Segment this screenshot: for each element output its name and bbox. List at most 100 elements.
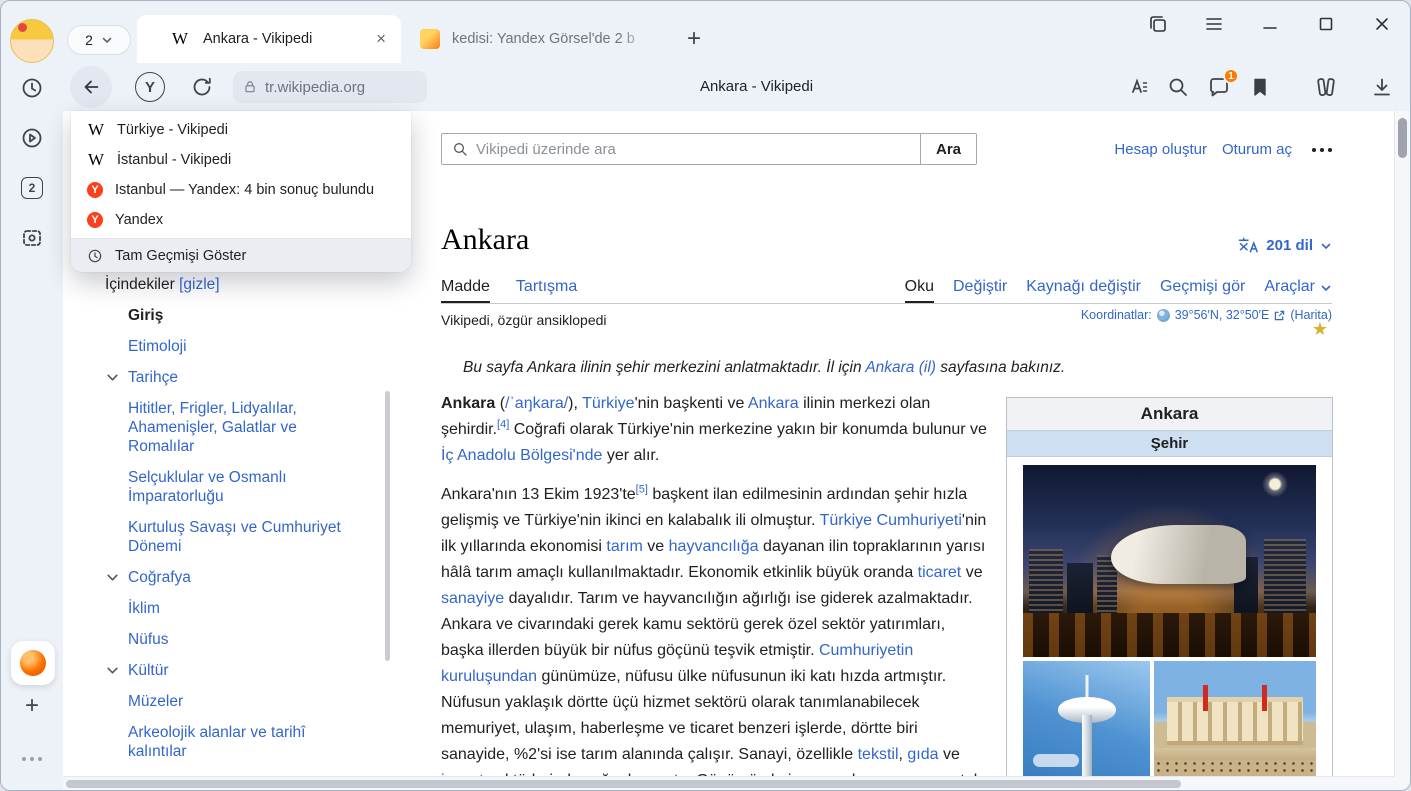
downloads-icon[interactable] (1370, 75, 1394, 99)
toc-item-label: Tarihçe (128, 369, 178, 386)
user-links: Hesap oluştur Oturum aç (1114, 141, 1332, 158)
more-options-icon[interactable] (1312, 148, 1332, 152)
yandex-search-button[interactable]: Y (135, 72, 165, 102)
collections-icon[interactable] (1314, 75, 1338, 99)
wiki-search-input[interactable] (476, 141, 920, 158)
rail-more-icon[interactable] (20, 757, 44, 761)
screenshot-icon[interactable] (20, 226, 44, 250)
close-icon[interactable] (1370, 12, 1394, 36)
toc-item-kultur[interactable]: Kültür (128, 661, 356, 680)
menu-icon[interactable] (1202, 12, 1226, 36)
tools-label: Araçlar (1264, 278, 1315, 296)
horizontal-scrollbar[interactable] (63, 776, 1396, 790)
infobox-image-cityscape[interactable] (1023, 465, 1316, 657)
text-link[interactable]: tekstil (858, 746, 899, 763)
vertical-scrollbar[interactable] (1394, 111, 1410, 776)
tab-yandex-images[interactable]: kedisi: Yandex Görsel'de 2 b (406, 15, 664, 63)
toc-item-kurtulus[interactable]: Kurtuluş Savaşı ve Cumhuriyet Dönemi (128, 518, 356, 556)
lock-icon (243, 80, 257, 94)
text-link[interactable]: hayvancılığa (669, 538, 759, 555)
text-link[interactable]: Türkiye (582, 395, 634, 412)
login-link[interactable]: Oturum aç (1222, 141, 1292, 158)
tab-oku[interactable]: Oku (905, 278, 934, 303)
history-item-istanbul-wiki[interactable]: W İstanbul - Vikipedi (71, 145, 411, 175)
history-icon[interactable] (20, 76, 44, 100)
anitkabir-building (1167, 697, 1303, 745)
text-link[interactable]: Türkiye Cumhuriyeti (820, 512, 962, 529)
wiki-search-button[interactable]: Ara (920, 134, 976, 164)
chevron-down-icon[interactable] (106, 371, 119, 384)
tab-madde[interactable]: Madde (441, 278, 490, 303)
tab-counter-button[interactable]: 2 (67, 25, 131, 55)
toc-item-tarihce[interactable]: Tarihçe (128, 368, 356, 387)
chevron-down-icon[interactable] (106, 664, 119, 677)
text-link[interactable]: tarım (606, 538, 642, 555)
text-link[interactable]: sanayiye (441, 590, 504, 607)
chat-button[interactable]: 1 (1207, 75, 1231, 99)
back-button[interactable] (70, 66, 112, 108)
text-span: Ankara'nın 13 Ekim 1923'te (441, 486, 636, 503)
text-link[interactable]: Ankara (il) (865, 359, 936, 376)
toc-item-hititler[interactable]: Hititler, Frigler, Lidyalılar, Ahamenişl… (128, 399, 356, 456)
tab-gecmisi-gor[interactable]: Geçmişi gör (1160, 278, 1245, 303)
history-item-yandex[interactable]: Y Yandex (71, 205, 411, 235)
coordinates-value[interactable]: 39°56′N, 32°50′E (1175, 308, 1270, 322)
tab-tartisma[interactable]: Tartışma (516, 278, 577, 303)
toc-item-iklim[interactable]: İklim (128, 599, 356, 618)
featured-article-star-icon[interactable]: ★ (1312, 320, 1328, 338)
reference-link[interactable]: [5] (636, 484, 648, 496)
toc-scrollbar-thumb[interactable] (385, 391, 390, 661)
toc-item-nufus[interactable]: Nüfus (128, 630, 356, 649)
vertical-scrollbar-thumb[interactable] (1398, 118, 1407, 158)
language-button[interactable]: 201 dil (1238, 237, 1332, 254)
tools-menu-button[interactable]: Araçlar (1264, 278, 1332, 303)
horizontal-scrollbar-thumb[interactable] (66, 780, 1181, 788)
tab-degistir[interactable]: Değiştir (953, 278, 1007, 303)
rail-add-button[interactable]: + (20, 695, 44, 719)
coordinates-label[interactable]: Koordinatlar: (1081, 308, 1152, 322)
toc-item-cografya[interactable]: Coğrafya (128, 568, 356, 587)
history-item-turkiye[interactable]: W Türkiye - Vikipedi (71, 115, 411, 145)
address-bar[interactable]: tr.wikipedia.org (233, 71, 427, 103)
create-account-link[interactable]: Hesap oluştur (1114, 141, 1207, 158)
text-link[interactable]: gıda (907, 746, 938, 763)
chevron-down-icon[interactable] (106, 571, 119, 584)
infobox-image-atakule-tower[interactable] (1023, 661, 1150, 778)
yandex-browser-logo[interactable] (11, 641, 55, 685)
reload-icon[interactable] (190, 75, 214, 99)
bookmark-icon[interactable] (1248, 75, 1272, 99)
toc-item-arkeolojik[interactable]: Arkeolojik alanlar ve tarihî kalıntılar (128, 723, 356, 761)
find-on-page-icon[interactable] (1166, 75, 1190, 99)
infobox-image-anitkabir[interactable] (1154, 661, 1316, 778)
tab-count-button[interactable]: 2 (21, 177, 43, 199)
new-tab-button[interactable]: + (680, 26, 708, 54)
tab-kaynagi-degistir[interactable]: Kaynağı değiştir (1026, 278, 1141, 303)
share-icon[interactable] (1146, 12, 1170, 36)
minimize-icon[interactable] (1258, 12, 1282, 36)
reader-mode-icon[interactable] (1125, 75, 1149, 99)
play-media-icon[interactable] (20, 126, 44, 150)
reference-link[interactable]: [4] (497, 419, 509, 431)
toc-item-selcuklular[interactable]: Selçuklular ve Osmanlı İmparatorluğu (128, 468, 356, 506)
tab-thumbnail-image (420, 29, 440, 49)
toc-header-label: İçindekiler (105, 276, 175, 293)
toc-item-label: Coğrafya (128, 569, 191, 586)
history-item-istanbul-yandex[interactable]: Y Istanbul — Yandex: 4 bin sonuç bulundu (71, 175, 411, 205)
globe-icon[interactable] (1157, 309, 1170, 322)
text-link[interactable]: İç Anadolu Bölgesi'nde (441, 447, 602, 464)
text-link[interactable]: ticaret (918, 564, 962, 581)
toc-hide-link[interactable]: [gizle] (179, 276, 220, 293)
toc-item-etimoloji[interactable]: Etimoloji (128, 337, 356, 356)
tab-ankara[interactable]: W Ankara - Vikipedi × (137, 15, 401, 63)
article-title: Ankara (441, 223, 529, 257)
maximize-icon[interactable] (1314, 12, 1338, 36)
text-link[interactable]: Ankara (748, 395, 799, 412)
article-body: Ankara (/ˈaŋkara/), Türkiye'nin başkenti… (441, 391, 988, 778)
text-span: ), (568, 395, 582, 412)
profile-avatar[interactable] (10, 19, 54, 63)
show-full-history-button[interactable]: Tam Geçmişi Göster (71, 238, 411, 272)
toc-item-muzeler[interactable]: Müzeler (128, 692, 356, 711)
text-link[interactable]: /ˈaŋkara/ (505, 395, 568, 412)
toc-item-giris[interactable]: Giriş (128, 306, 356, 325)
tab-close-icon[interactable]: × (373, 29, 389, 49)
